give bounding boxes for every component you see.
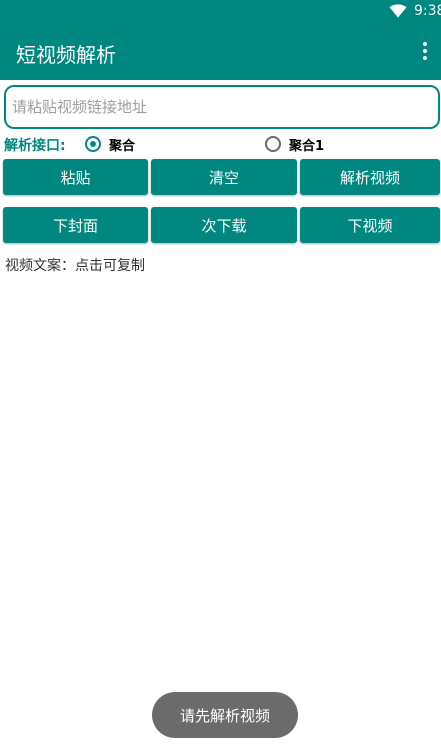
- status-bar: 9:38: [0, 0, 441, 24]
- radio-checked-icon: [85, 136, 101, 152]
- url-input[interactable]: [4, 85, 440, 129]
- more-vert-icon[interactable]: [421, 42, 429, 64]
- clear-button[interactable]: 清空: [151, 159, 297, 195]
- interface-label: 解析接口:: [4, 138, 66, 154]
- download-cover-button[interactable]: 下封面: [3, 207, 148, 243]
- video-caption-text[interactable]: 视频文案：点击可复制: [5, 255, 145, 275]
- paste-button[interactable]: 粘贴: [3, 159, 148, 195]
- app-screen: 9:38 短视频解析 解析接口: 聚合 聚合1 粘贴 清空 解析视频 下封面 次…: [0, 0, 441, 748]
- secondary-download-button[interactable]: 次下载: [151, 207, 297, 243]
- radio-label: 聚合1: [289, 138, 325, 154]
- app-bar: 短视频解析: [0, 24, 441, 80]
- radio-option-juhe1[interactable]: 聚合1: [265, 134, 324, 154]
- parse-video-button[interactable]: 解析视频: [300, 159, 440, 195]
- radio-label: 聚合: [109, 138, 136, 154]
- wifi-icon: [389, 4, 407, 18]
- toast-message: 请先解析视频: [152, 692, 298, 738]
- radio-option-juhe[interactable]: 聚合: [85, 134, 135, 154]
- status-time: 9:38: [414, 3, 441, 19]
- download-video-button[interactable]: 下视频: [300, 207, 440, 243]
- radio-unchecked-icon: [265, 136, 281, 152]
- app-title: 短视频解析: [16, 43, 116, 67]
